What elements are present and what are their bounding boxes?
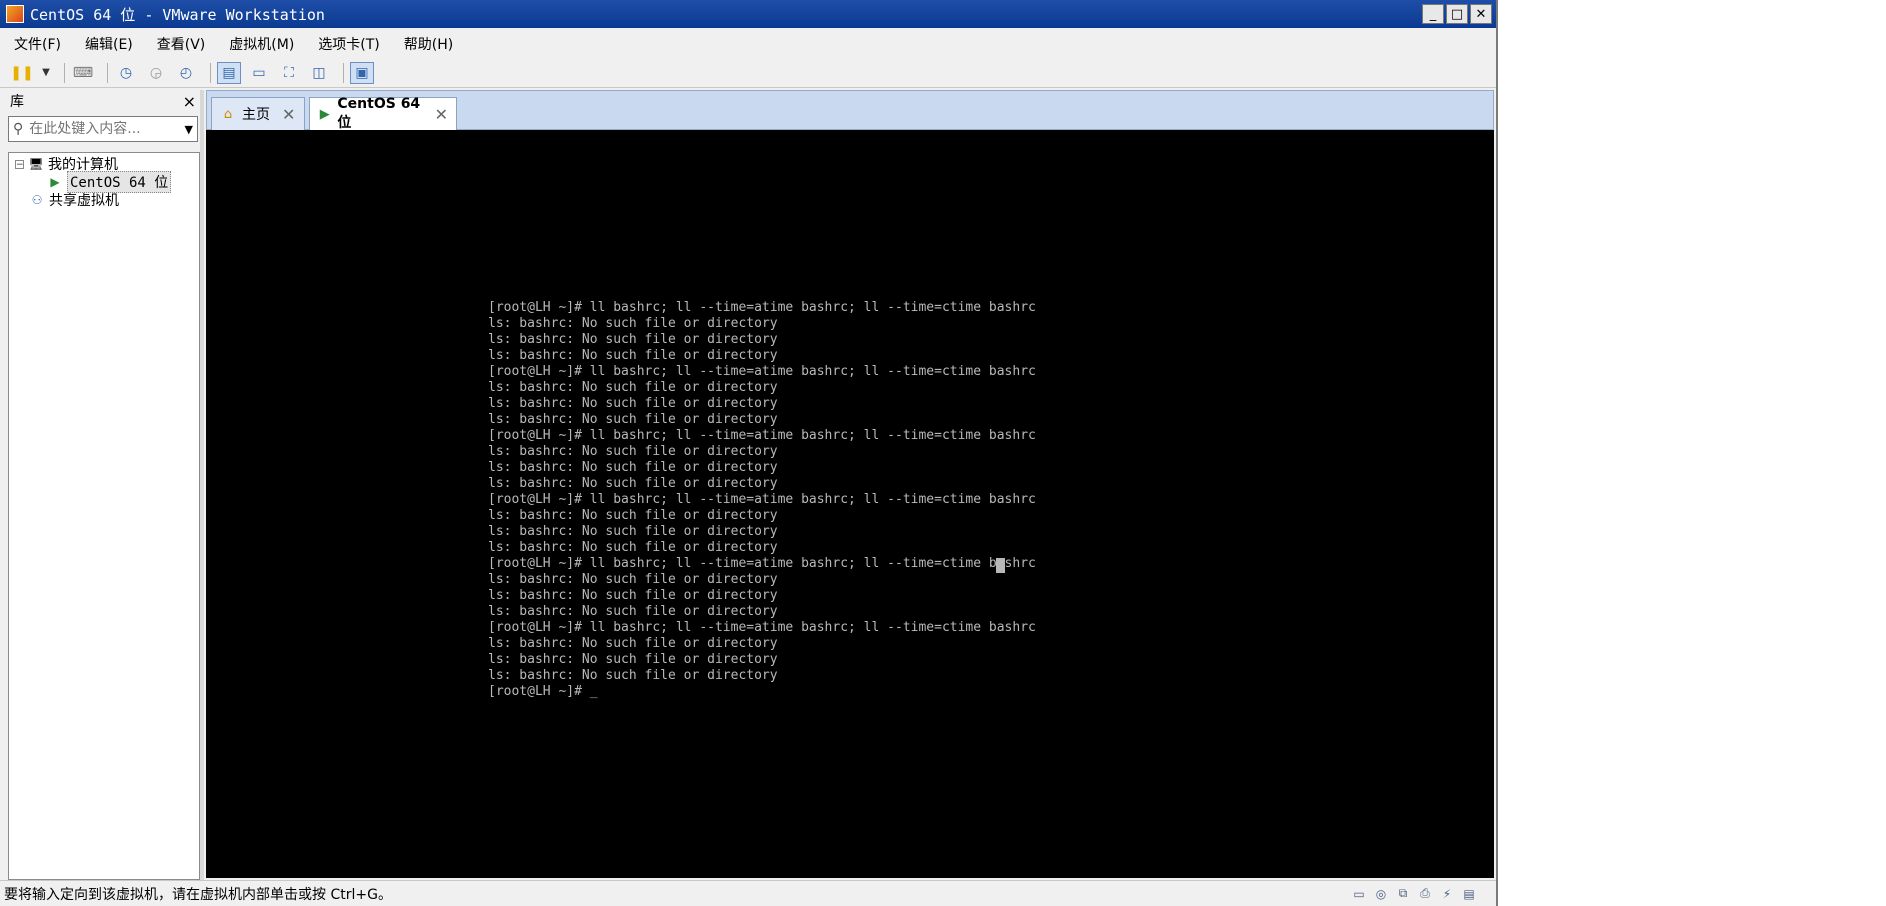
chevron-down-icon[interactable]: ▼ <box>185 123 193 136</box>
library-close-icon[interactable]: × <box>183 92 196 111</box>
terminal-line: ls: bashrc: No such file or directory <box>488 460 778 475</box>
send-keys-icon[interactable]: ⌨ <box>71 62 95 84</box>
terminal-line: [root@LH ~]# ll bashrc; ll --time=atime … <box>488 364 1036 379</box>
library-title: 库 <box>10 94 24 110</box>
terminal-line: [root@LH ~]# ll bashrc; ll --time=atime … <box>488 300 1036 315</box>
terminal-output: [root@LH ~]# ll bashrc; ll --time=atime … <box>488 300 1036 700</box>
library-header: 库 × <box>6 90 200 112</box>
terminal-line: ls: bashrc: No such file or directory <box>488 636 778 651</box>
status-text: 要将输入定向到该虚拟机，请在虚拟机内部单击或按 Ctrl+G。 <box>4 886 392 903</box>
terminal-line: [root@LH ~]# ll bashrc; ll --time=atime … <box>488 428 1036 443</box>
terminal-line: ls: bashrc: No such file or directory <box>488 380 778 395</box>
terminal-line: [root@LH ~]# ll bashrc; ll --time=atime … <box>488 492 1036 507</box>
toolbar-separator <box>343 62 344 83</box>
terminal-line: ls: bashrc: No such file or directory <box>488 508 778 523</box>
tab-bar: ⌂ 主页 ✕ ▶ CentOS 64 位 ✕ <box>206 90 1494 131</box>
terminal-line: ls: bashrc: No such file or directory <box>488 540 778 555</box>
panel-splitter[interactable] <box>200 90 204 880</box>
mouse-cursor-block <box>996 558 1005 573</box>
terminal-line: ls: bashrc: No such file or directory <box>488 316 778 331</box>
window-controls: _ □ ✕ <box>1422 4 1492 24</box>
terminal-line: ls: bashrc: No such file or directory <box>488 588 778 603</box>
minimize-button[interactable]: _ <box>1422 4 1444 24</box>
vm-icon: ▶ <box>319 106 330 122</box>
network-icon[interactable]: ⧉ <box>1394 886 1412 902</box>
tab-home[interactable]: ⌂ 主页 ✕ <box>211 97 305 130</box>
show-library-icon[interactable]: ▤ <box>217 61 241 84</box>
terminal-line: ls: bashrc: No such file or directory <box>488 604 778 619</box>
console-view-icon[interactable]: ▣ <box>350 61 374 84</box>
library-search[interactable]: ⚲ ▼ <box>8 116 198 142</box>
vm-console[interactable]: [root@LH ~]# ll bashrc; ll --time=atime … <box>206 130 1494 878</box>
maximize-button[interactable]: □ <box>1446 4 1468 24</box>
device-icons: ▭ ◎ ⧉ ⎙ ⚡ ▤ <box>1350 886 1478 902</box>
menu-tabs[interactable]: 选项卡(T) <box>304 34 389 54</box>
terminal-line: ls: bashrc: No such file or directory <box>488 572 778 587</box>
message-icon[interactable]: ▤ <box>1460 886 1478 902</box>
library-tree: − 🖥 我的计算机 ▶ CentOS 64 位 ⚇ 共享虚拟机 <box>8 152 200 880</box>
revert-snapshot-icon[interactable]: ◶ <box>144 62 168 84</box>
terminal-line: ls: bashrc: No such file or directory <box>488 476 778 491</box>
home-icon: ⌂ <box>223 106 233 122</box>
search-icon: ⚲ <box>13 121 24 137</box>
library-panel: 库 × ⚲ ▼ − 🖥 我的计算机 ▶ CentOS 64 位 ⚇ 共享虚拟机 <box>6 90 200 880</box>
close-button[interactable]: ✕ <box>1470 4 1492 24</box>
computer-icon: 🖥 <box>28 157 44 171</box>
full-screen-icon[interactable]: ⛶ <box>277 62 301 84</box>
menu-edit[interactable]: 编辑(E) <box>71 34 143 54</box>
toolbar-separator <box>107 62 108 83</box>
menu-bar: 文件(F) 编辑(E) 查看(V) 虚拟机(M) 选项卡(T) 帮助(H) <box>0 30 1496 58</box>
title-bar[interactable]: CentOS 64 位 - VMware Workstation _ □ ✕ <box>0 0 1496 28</box>
snapshot-manager-icon[interactable]: ◴ <box>174 62 198 84</box>
usb-icon[interactable]: ⚡ <box>1438 886 1456 902</box>
toolbar-separator <box>64 62 65 83</box>
terminal-line: ls: bashrc: No such file or directory <box>488 412 778 427</box>
toolbar: ❚❚ ▼ ⌨ ◷ ◶ ◴ ▤ ▭ ⛶ ◫ ▣ <box>0 58 1496 88</box>
menu-vm[interactable]: 虚拟机(M) <box>215 34 304 54</box>
terminal-line: ls: bashrc: No such file or directory <box>488 348 778 363</box>
terminal-line: [root@LH ~]# ll bashrc; ll --time=atime … <box>488 556 1036 571</box>
terminal-line: ls: bashrc: No such file or directory <box>488 524 778 539</box>
toolbar-separator <box>210 62 211 83</box>
tree-item-centos-vm[interactable]: ▶ CentOS 64 位 <box>9 171 199 193</box>
tree-item-shared-vms[interactable]: ⚇ 共享虚拟机 <box>9 191 199 209</box>
search-input[interactable] <box>27 120 185 138</box>
shared-vm-icon: ⚇ <box>31 193 43 207</box>
printer-icon[interactable]: ⎙ <box>1416 886 1434 902</box>
window-title: CentOS 64 位 - VMware Workstation <box>30 5 325 24</box>
hdd-icon[interactable]: ▭ <box>1350 886 1368 902</box>
menu-view[interactable]: 查看(V) <box>143 34 216 54</box>
dropdown-icon[interactable]: ▼ <box>40 62 52 84</box>
vm-icon: ▶ <box>50 175 60 189</box>
terminal-line: ls: bashrc: No such file or directory <box>488 444 778 459</box>
menu-file[interactable]: 文件(F) <box>0 34 71 54</box>
tab-centos-label: CentOS 64 位 <box>337 96 421 131</box>
tab-home-label: 主页 <box>242 107 270 123</box>
terminal-line: [root@LH ~]# ll bashrc; ll --time=atime … <box>488 620 1036 635</box>
pause-icon[interactable]: ❚❚ <box>10 62 34 84</box>
menu-help[interactable]: 帮助(H) <box>390 34 463 54</box>
tree-label-shared-vms: 共享虚拟机 <box>49 193 119 209</box>
terminal-line: [root@LH ~]# _ <box>488 684 598 699</box>
thumbnail-bar-icon[interactable]: ▭ <box>247 62 271 84</box>
tab-home-close-icon[interactable]: ✕ <box>282 105 295 124</box>
collapse-icon[interactable]: − <box>15 159 24 169</box>
vmware-app-icon <box>6 5 24 23</box>
cdrom-icon[interactable]: ◎ <box>1372 886 1390 902</box>
vmware-window: CentOS 64 位 - VMware Workstation _ □ ✕ 文… <box>0 0 1498 906</box>
terminal-line: ls: bashrc: No such file or directory <box>488 396 778 411</box>
tab-centos[interactable]: ▶ CentOS 64 位 ✕ <box>309 96 457 131</box>
terminal-line: ls: bashrc: No such file or directory <box>488 668 778 683</box>
terminal-line: ls: bashrc: No such file or directory <box>488 332 778 347</box>
tab-centos-close-icon[interactable]: ✕ <box>435 105 448 124</box>
snapshot-icon[interactable]: ◷ <box>114 62 138 84</box>
terminal-line: ls: bashrc: No such file or directory <box>488 652 778 667</box>
unity-icon[interactable]: ◫ <box>307 62 331 84</box>
status-bar: 要将输入定向到该虚拟机，请在虚拟机内部单击或按 Ctrl+G。 ▭ ◎ ⧉ ⎙ … <box>0 880 1496 906</box>
